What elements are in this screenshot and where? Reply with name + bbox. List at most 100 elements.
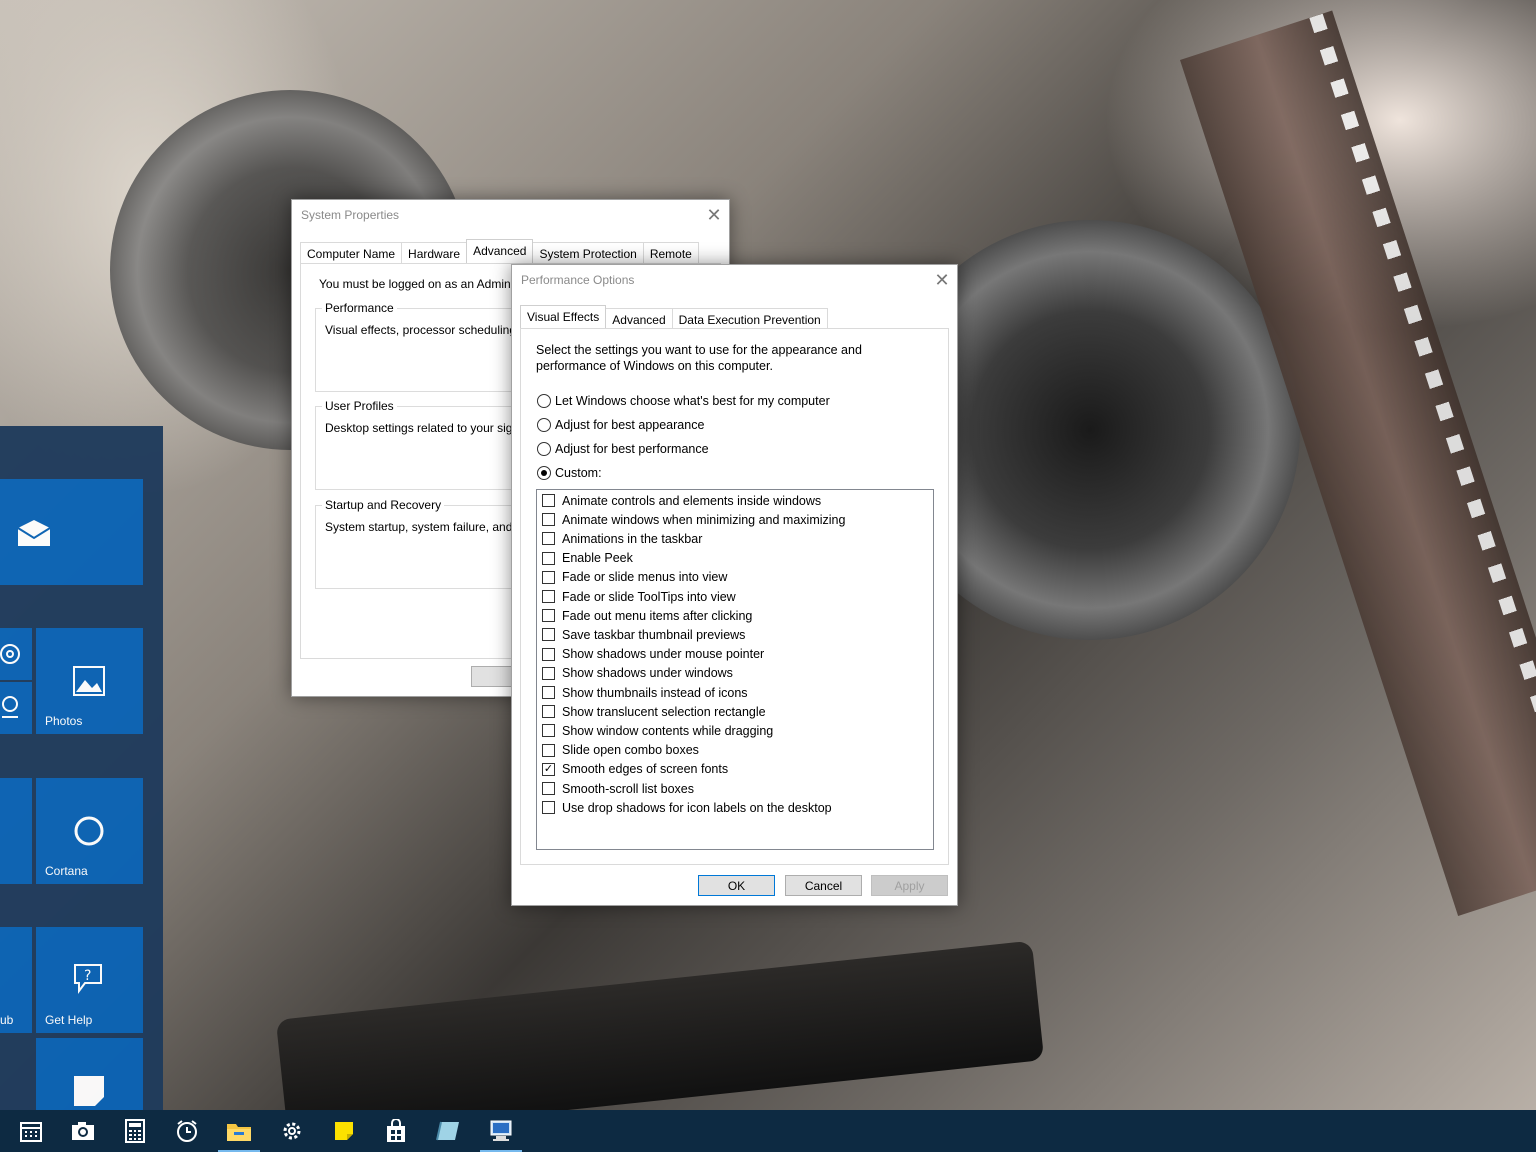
radio-label: Custom:	[555, 466, 602, 480]
system-properties-icon[interactable]	[480, 1116, 522, 1152]
checkbox[interactable]	[542, 513, 555, 527]
checkbox[interactable]	[542, 494, 555, 507]
effect-option[interactable]: ✓ Smooth edges of screen fonts	[542, 760, 728, 779]
calculator-icon[interactable]	[120, 1116, 150, 1146]
performance-group-title: Performance	[322, 301, 397, 315]
calendar-icon[interactable]	[16, 1116, 46, 1146]
alarm-clock-icon[interactable]	[172, 1116, 202, 1146]
effect-label: Show translucent selection rectangle	[562, 704, 766, 719]
effect-label: Smooth edges of screen fonts	[562, 762, 729, 777]
checkbox[interactable]	[542, 590, 555, 603]
tab-advanced[interactable]: Advanced	[466, 239, 534, 266]
cancel-button[interactable]: Cancel	[785, 875, 862, 896]
close-icon[interactable]: ✕	[699, 200, 729, 230]
radio-button[interactable]	[537, 418, 551, 432]
cortana-icon	[72, 814, 106, 848]
camera-icon[interactable]	[68, 1116, 98, 1146]
tab-system-protection[interactable]: System Protection	[532, 242, 644, 265]
tile-partial[interactable]	[0, 778, 32, 884]
user-profiles-group-text: Desktop settings related to your sign-i	[325, 421, 526, 435]
effect-label: Fade out menu items after clicking	[562, 608, 753, 623]
checkbox[interactable]	[542, 743, 555, 757]
tile-cortana[interactable]: Cortana	[36, 778, 143, 884]
start-menu-tiles: Photos Cortana ub ? Get Help	[0, 426, 163, 1110]
checkbox[interactable]	[542, 551, 555, 565]
checkbox[interactable]	[542, 782, 555, 795]
tile-get-help[interactable]: ? Get Help	[36, 927, 143, 1033]
tile-mail[interactable]	[0, 479, 143, 585]
radio-best-appearance[interactable]: Adjust for best appearance	[537, 418, 704, 432]
checkbox[interactable]	[542, 666, 555, 680]
startup-recovery-group-text: System startup, system failure, and de	[325, 520, 530, 534]
effect-label: Show window contents while dragging	[562, 723, 774, 738]
radio-button-selected[interactable]	[537, 466, 551, 480]
effect-option[interactable]: Animate windows when minimizing and maxi…	[542, 510, 845, 529]
checkbox[interactable]	[542, 532, 555, 546]
effect-option[interactable]: Fade or slide menus into view	[542, 568, 727, 587]
system-properties-title: System Properties	[301, 208, 400, 222]
tile-cortana-label: Cortana	[45, 864, 88, 878]
radio-label: Let Windows choose what's best for my co…	[555, 394, 830, 408]
intro-line-2: performance of Windows on this computer.	[536, 359, 773, 373]
effect-option[interactable]: Animations in the taskbar	[542, 529, 702, 548]
edit-tool-icon[interactable]	[433, 1116, 463, 1146]
effect-option[interactable]: Slide open combo boxes	[542, 741, 699, 760]
tab-computer-name[interactable]: Computer Name	[300, 242, 403, 265]
effect-option[interactable]: Enable Peek	[542, 549, 633, 568]
performance-options-titlebar[interactable]: Performance Options ✕	[512, 265, 957, 297]
effect-label: Animate windows when minimizing and maxi…	[562, 512, 846, 527]
tile-get-help-label: Get Help	[45, 1013, 93, 1027]
checkbox[interactable]	[542, 609, 555, 623]
ok-button[interactable]: OK	[698, 875, 775, 896]
tile-maps[interactable]	[0, 682, 32, 734]
checkbox[interactable]	[542, 724, 555, 738]
effect-label: Show shadows under mouse pointer	[562, 647, 765, 662]
effect-option[interactable]: Animate controls and elements inside win…	[542, 491, 821, 510]
radio-let-windows-choose[interactable]: Let Windows choose what's best for my co…	[537, 394, 830, 408]
store-icon[interactable]	[381, 1116, 411, 1146]
startup-recovery-group-title: Startup and Recovery	[322, 498, 445, 512]
effect-option[interactable]: Show thumbnails instead of icons	[542, 683, 748, 702]
effect-option[interactable]: Show shadows under mouse pointer	[542, 645, 764, 664]
radio-custom[interactable]: Custom:	[537, 466, 602, 480]
user-profiles-group-title: User Profiles	[322, 399, 397, 413]
visual-effects-list[interactable]: Animate controls and elements inside win…	[536, 489, 934, 850]
effect-option[interactable]: Show translucent selection rectangle	[542, 702, 766, 721]
checkbox[interactable]	[542, 801, 555, 815]
tile-photos[interactable]: Photos	[36, 628, 143, 734]
effect-option[interactable]: Save taskbar thumbnail previews	[542, 625, 745, 644]
tile-groove[interactable]	[0, 628, 32, 680]
checkbox[interactable]	[542, 570, 555, 584]
checkbox-checked[interactable]: ✓	[542, 762, 555, 776]
file-explorer-icon[interactable]	[218, 1116, 260, 1152]
effect-option[interactable]: Fade or slide ToolTips into view	[542, 587, 736, 606]
effect-label: Smooth-scroll list boxes	[562, 781, 694, 796]
effect-option[interactable]: Fade out menu items after clicking	[542, 606, 752, 625]
checkbox[interactable]	[542, 647, 555, 661]
system-properties-titlebar[interactable]: System Properties ✕	[292, 200, 729, 232]
sticky-notes-icon[interactable]	[329, 1116, 359, 1146]
effect-option[interactable]: Show window contents while dragging	[542, 721, 773, 740]
checkbox[interactable]	[542, 628, 555, 642]
radio-best-performance[interactable]: Adjust for best performance	[537, 442, 709, 456]
radio-button[interactable]	[537, 394, 551, 408]
disc-icon	[0, 640, 24, 668]
tab-hardware[interactable]: Hardware	[401, 242, 468, 265]
radio-button[interactable]	[537, 442, 551, 456]
effect-option[interactable]: Smooth-scroll list boxes	[542, 779, 694, 798]
radio-label: Adjust for best appearance	[555, 418, 705, 432]
checkbox[interactable]	[542, 705, 555, 719]
effect-label: Animate controls and elements inside win…	[562, 493, 822, 508]
checkbox[interactable]	[542, 686, 555, 699]
photo-icon	[72, 664, 106, 698]
performance-options-title: Performance Options	[521, 273, 635, 287]
tile-feedback-hub[interactable]: ub	[0, 927, 32, 1033]
mail-icon	[14, 515, 54, 551]
tab-remote[interactable]: Remote	[642, 242, 699, 265]
effect-option[interactable]: Show shadows under windows	[542, 664, 733, 683]
close-icon[interactable]: ✕	[927, 265, 957, 295]
settings-gear-icon[interactable]	[277, 1116, 307, 1146]
apply-button[interactable]: Apply	[871, 875, 948, 896]
tile-sticky-notes[interactable]	[36, 1038, 143, 1110]
effect-option[interactable]: Use drop shadows for icon labels on the …	[542, 798, 832, 817]
